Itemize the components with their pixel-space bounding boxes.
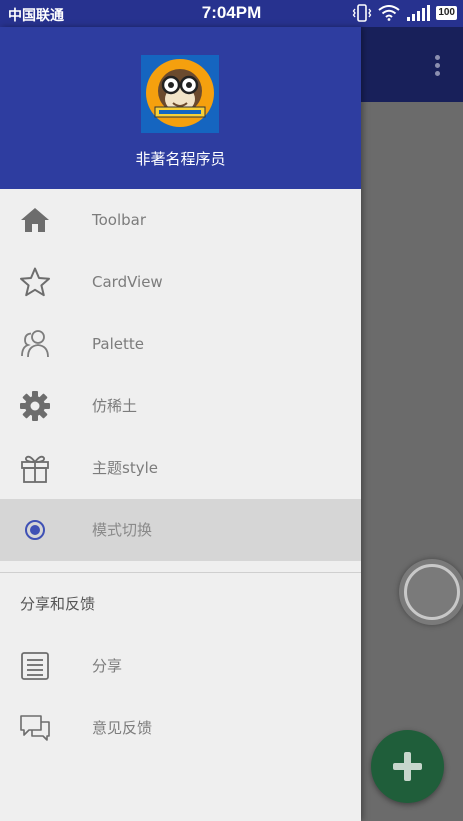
menu-item-cardview[interactable]: CardView <box>0 251 361 313</box>
menu-item-label: 主题style <box>92 459 158 477</box>
avatar[interactable] <box>141 55 219 133</box>
signal-icon <box>407 5 431 21</box>
app-toolbar <box>361 27 463 102</box>
list-document-icon <box>21 652 49 680</box>
menu-item-label: Toolbar <box>92 211 147 229</box>
menu-item-theme-style[interactable]: 主题style <box>0 437 361 499</box>
gift-icon <box>21 455 49 483</box>
menu-item-toolbar[interactable]: Toolbar <box>0 189 361 251</box>
drawer-menu: Toolbar CardView Palette 仿稀土 主题style 模式切… <box>0 189 361 759</box>
battery-indicator: 100 <box>436 6 457 20</box>
radio-selected-icon <box>25 520 45 540</box>
menu-item-mode-switch[interactable]: 模式切换 <box>0 499 361 561</box>
status-icons: 100 <box>352 4 457 22</box>
user-name: 非著名程序员 <box>135 150 226 168</box>
chat-bubbles-icon <box>20 715 50 741</box>
menu-item-label: 分享 <box>92 657 123 675</box>
menu-item-label: 模式切换 <box>92 521 153 539</box>
menu-item-feedback[interactable]: 意见反馈 <box>0 697 361 759</box>
gear-icon <box>20 391 50 421</box>
status-bar: 中国联通 7:04PM 100 <box>0 0 463 27</box>
navigation-drawer: 非著名程序员 Toolbar CardView Palette 仿稀土 主题st… <box>0 27 361 821</box>
menu-item-label: Palette <box>92 335 144 353</box>
wifi-icon <box>378 5 400 21</box>
monkey-avatar-icon <box>141 55 219 133</box>
drawer-header: 非著名程序员 <box>0 27 361 189</box>
section-title: 分享和反馈 <box>20 595 96 613</box>
people-icon <box>21 330 49 358</box>
menu-item-label: 仿稀土 <box>92 397 138 415</box>
star-outline-icon <box>20 267 50 297</box>
menu-item-label: 意见反馈 <box>92 719 153 737</box>
vibrate-icon <box>353 4 372 22</box>
floating-ring-button[interactable] <box>399 559 463 625</box>
add-fab-button[interactable] <box>371 730 444 803</box>
overflow-menu-icon[interactable] <box>433 55 441 79</box>
menu-item-label: CardView <box>92 273 163 291</box>
menu-item-palette[interactable]: Palette <box>0 313 361 375</box>
home-icon <box>21 208 49 232</box>
plus-icon <box>393 752 422 781</box>
menu-item-share[interactable]: 分享 <box>0 635 361 697</box>
menu-item-imitate-juejin[interactable]: 仿稀土 <box>0 375 361 437</box>
